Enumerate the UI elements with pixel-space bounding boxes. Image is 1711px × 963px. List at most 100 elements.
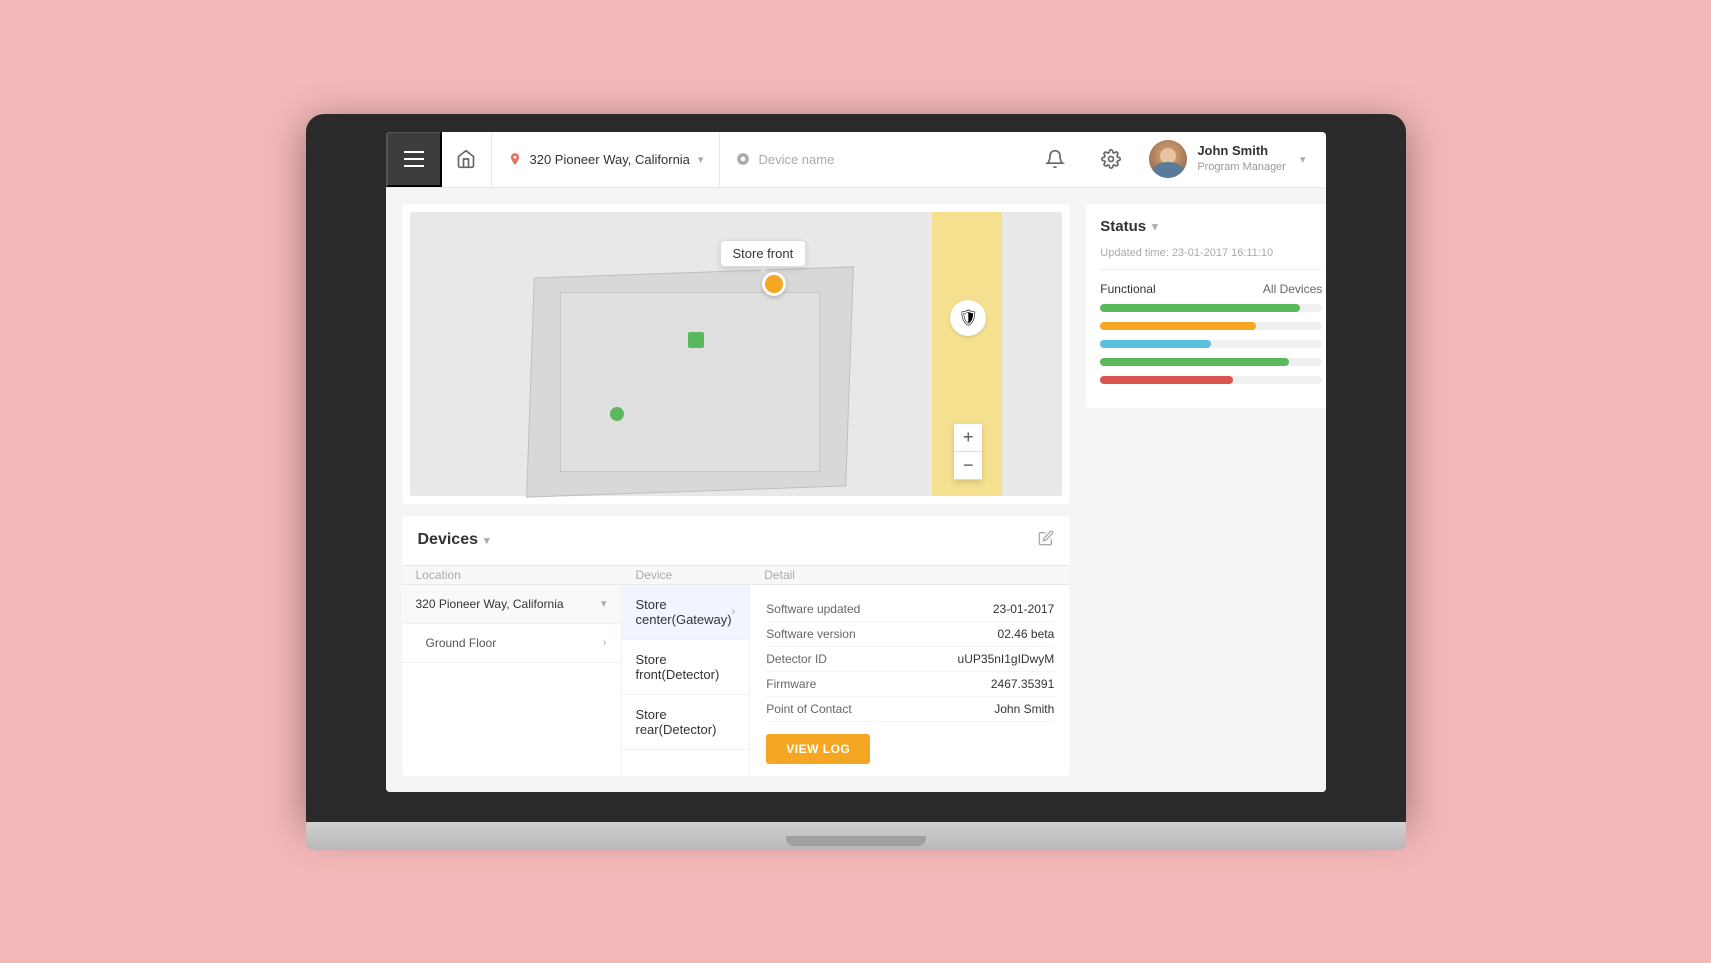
location-sub-text: Ground Floor	[426, 636, 497, 650]
laptop: 320 Pioneer Way, California ▾ Device nam…	[306, 114, 1406, 850]
device-rear-text: Store rear(Detector)	[636, 707, 736, 737]
detail-row-software-updated: Software updated 23-01-2017	[766, 597, 1054, 622]
ground-floor-arrow: ›	[603, 637, 607, 649]
table-header: Location Device Detail	[402, 566, 1071, 585]
device-col-header: Device	[622, 566, 751, 584]
table-body: 320 Pioneer Way, California ▾ Ground Flo…	[402, 585, 1071, 776]
device-item-gateway[interactable]: Store center(Gateway) ›	[622, 585, 750, 640]
functional-label: Functional	[1100, 282, 1155, 296]
updated-time: Updated time: 23-01-2017 16:11:10	[1100, 247, 1322, 270]
device-gateway-arrow: ›	[732, 606, 736, 618]
laptop-base	[306, 822, 1406, 850]
location-col-header: Location	[402, 566, 622, 584]
hamburger-button[interactable]	[386, 132, 442, 188]
detail-row-detector-id: Detector ID uUP35nI1gIDwyM	[766, 647, 1054, 672]
status-bar-fill-1	[1100, 304, 1300, 312]
detail-value-software-version: 02.46 beta	[998, 627, 1055, 641]
screen-bezel: 320 Pioneer Way, California ▾ Device nam…	[306, 114, 1406, 822]
zoom-out-button[interactable]: −	[954, 452, 982, 480]
location-column: 320 Pioneer Way, California ▾ Ground Flo…	[402, 585, 622, 776]
status-functional-row: Functional All Devices	[1100, 282, 1322, 296]
status-bar-4	[1100, 358, 1322, 366]
device-gateway-text: Store center(Gateway)	[636, 597, 732, 627]
detail-col-header: Detail	[750, 566, 1070, 584]
screen: 320 Pioneer Way, California ▾ Device nam…	[386, 132, 1326, 792]
user-chevron: ▾	[1300, 153, 1306, 166]
orange-marker[interactable]	[762, 272, 786, 296]
edit-icon[interactable]	[1038, 530, 1054, 551]
status-bar-fill-5	[1100, 376, 1233, 384]
detail-value-poc: John Smith	[994, 702, 1054, 716]
detail-row-firmware: Firmware 2467.35391	[766, 672, 1054, 697]
status-title: Status	[1100, 218, 1146, 235]
user-role: Program Manager	[1197, 160, 1286, 174]
detail-row-software-version: Software version 02.46 beta	[766, 622, 1054, 647]
device-placeholder: Device name	[758, 152, 834, 167]
view-log-button[interactable]: VIEW LOG	[766, 734, 870, 764]
user-info[interactable]: John Smith Program Manager ▾	[1149, 140, 1305, 178]
green-square-marker[interactable]	[688, 332, 704, 348]
hamburger-line-2	[404, 158, 424, 160]
hamburger-line-3	[404, 165, 424, 167]
detail-label-software-updated: Software updated	[766, 602, 860, 616]
location-text: 320 Pioneer Way, California	[530, 152, 690, 167]
location-item-main[interactable]: 320 Pioneer Way, California ▾	[402, 585, 621, 624]
avatar-image	[1149, 140, 1187, 178]
zoom-in-button[interactable]: +	[954, 424, 982, 452]
status-chevron: ▾	[1152, 220, 1158, 233]
status-card: Status ▾ Updated time: 23-01-2017 16:11:…	[1086, 204, 1325, 408]
hamburger-line-1	[404, 151, 424, 153]
settings-button[interactable]	[1093, 141, 1129, 177]
detail-value-software-updated: 23-01-2017	[993, 602, 1054, 616]
location-main-chevron: ▾	[601, 597, 607, 610]
devices-chevron[interactable]: ▾	[484, 534, 490, 547]
status-header[interactable]: Status ▾	[1100, 218, 1322, 235]
detail-column: Software updated 23-01-2017 Software ver…	[750, 585, 1070, 776]
location-item-ground-floor[interactable]: Ground Floor ›	[402, 624, 621, 663]
detail-label-detector-id: Detector ID	[766, 652, 827, 666]
status-bar-5	[1100, 376, 1322, 384]
status-bar-1	[1100, 304, 1322, 312]
avatar	[1149, 140, 1187, 178]
status-bar-2	[1100, 322, 1322, 330]
location-main-text: 320 Pioneer Way, California	[416, 597, 564, 611]
home-nav-button[interactable]	[442, 132, 492, 188]
user-name: John Smith	[1197, 143, 1286, 160]
device-selector[interactable]: Device name	[720, 132, 850, 188]
notifications-button[interactable]	[1037, 141, 1073, 177]
devices-title-text: Devices	[418, 531, 479, 549]
map-container: Store front 🛡 + −	[402, 204, 1071, 504]
detail-label-firmware: Firmware	[766, 677, 816, 691]
store-front-tooltip: Store front	[720, 240, 807, 267]
location-chevron: ▾	[698, 153, 704, 166]
map-area: Store front 🛡 + −	[410, 212, 1063, 496]
status-bar-fill-3	[1100, 340, 1211, 348]
left-panel: Store front 🛡 + −	[402, 204, 1071, 776]
devices-table: Location Device Detail	[402, 566, 1071, 776]
status-bar-fill-4	[1100, 358, 1289, 366]
detail-row-poc: Point of Contact John Smith	[766, 697, 1054, 722]
map-building-inner	[560, 292, 820, 472]
top-nav: 320 Pioneer Way, California ▾ Device nam…	[386, 132, 1326, 188]
updated-value: 23-01-2017 16:11:10	[1172, 247, 1273, 259]
devices-header: Devices ▾	[402, 516, 1071, 566]
status-bar-fill-2	[1100, 322, 1255, 330]
detail-value-detector-id: uUP35nI1gIDwyM	[958, 652, 1055, 666]
user-text: John Smith Program Manager	[1197, 143, 1286, 174]
right-panel: Status ▾ Updated time: 23-01-2017 16:11:…	[1086, 204, 1325, 776]
main-content: Store front 🛡 + −	[386, 188, 1326, 792]
green-circle-marker[interactable]	[610, 407, 624, 421]
device-item-rear[interactable]: Store rear(Detector)	[622, 695, 750, 750]
status-bar-3	[1100, 340, 1322, 348]
all-devices-label: All Devices	[1263, 282, 1322, 296]
laptop-notch	[786, 836, 926, 846]
nav-right: John Smith Program Manager ▾	[1037, 140, 1325, 178]
location-empty	[402, 663, 621, 743]
shield-marker[interactable]: 🛡	[950, 300, 986, 336]
map-controls: + −	[954, 424, 982, 480]
detail-label-software-version: Software version	[766, 627, 855, 641]
device-item-front[interactable]: Store front(Detector)	[622, 640, 750, 695]
location-selector[interactable]: 320 Pioneer Way, California ▾	[492, 132, 721, 188]
devices-panel: Devices ▾	[402, 516, 1071, 776]
device-column: Store center(Gateway) › Store front(Dete…	[622, 585, 751, 776]
